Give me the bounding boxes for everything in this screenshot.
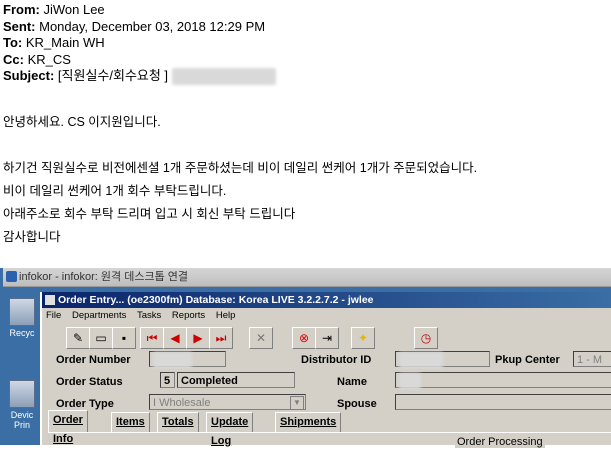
tab-panel-edge (48, 432, 611, 433)
menu-file[interactable]: File (42, 310, 65, 321)
name-field[interactable]: xxxx (395, 372, 611, 389)
remote-desktop-icon (6, 271, 17, 282)
open-icon[interactable]: ▭ (89, 327, 113, 349)
spouse-label: Spouse (337, 398, 377, 410)
chevron-down-icon[interactable]: ▼ (290, 396, 304, 410)
recycle-bin-icon[interactable]: Recyc (6, 298, 38, 338)
edit-tool-icon[interactable]: ✎ (66, 327, 90, 349)
tab-update-log[interactable]: Update Log (206, 412, 254, 447)
distributor-id-label: Distributor ID (301, 354, 372, 366)
cc-row: Cc: KR_CS (3, 51, 71, 67)
cancel-icon[interactable]: ⊗ (292, 327, 316, 349)
body-line-3: 아래주소로 회수 부탁 드리며 입고 시 회신 부탁 드립니다 (3, 207, 296, 221)
body-line-2: 비이 데일리 썬케어 1개 회수 부탁드립니다. (3, 184, 227, 198)
order-number-label: Order Number (56, 354, 131, 366)
tab-shipments[interactable]: Shipments (275, 412, 342, 432)
cc-value: KR_CS (27, 51, 71, 67)
menu-departments[interactable]: Departments (68, 310, 130, 321)
order-entry-title: Order Entry... (oe2300fm) Database: Kore… (58, 294, 374, 306)
order-processing-label: Order Processing (455, 436, 545, 448)
subject-value: [직원실수/회수요청 ] (57, 68, 169, 83)
menu-help[interactable]: Help (212, 310, 240, 321)
redacted-block: xxxxxxxxxxxxxxxx (171, 68, 276, 85)
from-value: JiWon Lee (43, 2, 105, 17)
menu-tasks[interactable]: Tasks (133, 310, 165, 321)
spouse-field[interactable] (395, 394, 611, 410)
to-row: To: KR_Main WH (3, 35, 105, 50)
order-entry-titlebar: Order Entry... (oe2300fm) Database: Kore… (42, 292, 611, 308)
menu-bar: File Departments Tasks Reports Help (42, 309, 239, 323)
body-line-1: 하기건 직원실수로 비전에센셜 1개 주문하셨는데 비이 데일리 썬케어 1개가… (3, 161, 478, 175)
delete-icon[interactable]: ✕ (249, 327, 273, 349)
closing-text: 감사합니다 (3, 230, 61, 244)
greeting-text: 안녕하세요. CS 이지원입니다. (3, 115, 161, 129)
email-header: From: JiWon Lee Sent: Monday, December 0… (3, 2, 276, 85)
exit-icon[interactable]: ⇥ (315, 327, 339, 349)
tab-totals[interactable]: Totals (157, 412, 199, 432)
tab-items[interactable]: Items (111, 412, 150, 432)
order-status-label: Order Status (56, 376, 123, 388)
remote-desktop-title: infokor - infokor: 원격 데스크톱 연결 (19, 271, 188, 283)
clock-icon[interactable]: ◷ (414, 327, 438, 349)
distributor-id-field[interactable]: xxxxxxxx (395, 351, 490, 368)
first-record-icon[interactable]: ⏮ (140, 327, 164, 349)
toolbar: ✎ ▭ ▪ ⏮ ◀ ▶ ⏭ ✕ ⊗ ⇥ ✦ ◷ (42, 324, 611, 350)
from-row: From: JiWon Lee (3, 2, 105, 17)
menu-reports[interactable]: Reports (168, 310, 209, 321)
pkup-center-label: Pkup Center (495, 354, 560, 366)
order-status-code[interactable]: 5 (160, 372, 175, 388)
sent-row: Sent: Monday, December 03, 2018 12:29 PM (3, 18, 266, 34)
previous-record-icon[interactable]: ◀ (163, 327, 187, 349)
tab-order-info[interactable]: Order Info (48, 410, 88, 445)
to-value: KR_Main WH (25, 35, 105, 50)
order-type-select[interactable]: I Wholesale ▼ (149, 394, 306, 410)
pkup-center-field[interactable]: 1 - M (573, 351, 611, 367)
app-icon (45, 295, 55, 305)
order-type-label: Order Type (56, 398, 114, 410)
lightbulb-icon[interactable]: ✦ (351, 327, 375, 349)
order-status-value[interactable]: Completed (177, 372, 295, 388)
save-icon[interactable]: ▪ (112, 327, 136, 349)
last-record-icon[interactable]: ⏭ (209, 327, 233, 349)
remote-desktop-titlebar: infokor - infokor: 원격 데스크톱 연결 (3, 268, 611, 287)
sent-value: Monday, December 03, 2018 12:29 PM (39, 18, 266, 34)
devices-printers-icon[interactable]: Devic Prin (6, 380, 38, 430)
next-record-icon[interactable]: ▶ (186, 327, 210, 349)
order-number-field[interactable]: xxxxxxx (149, 351, 226, 368)
name-label: Name (337, 376, 367, 388)
subject-row: Subject: [직원실수/회수요청 ] xxxxxxxxxxxxxxxx (3, 68, 276, 85)
